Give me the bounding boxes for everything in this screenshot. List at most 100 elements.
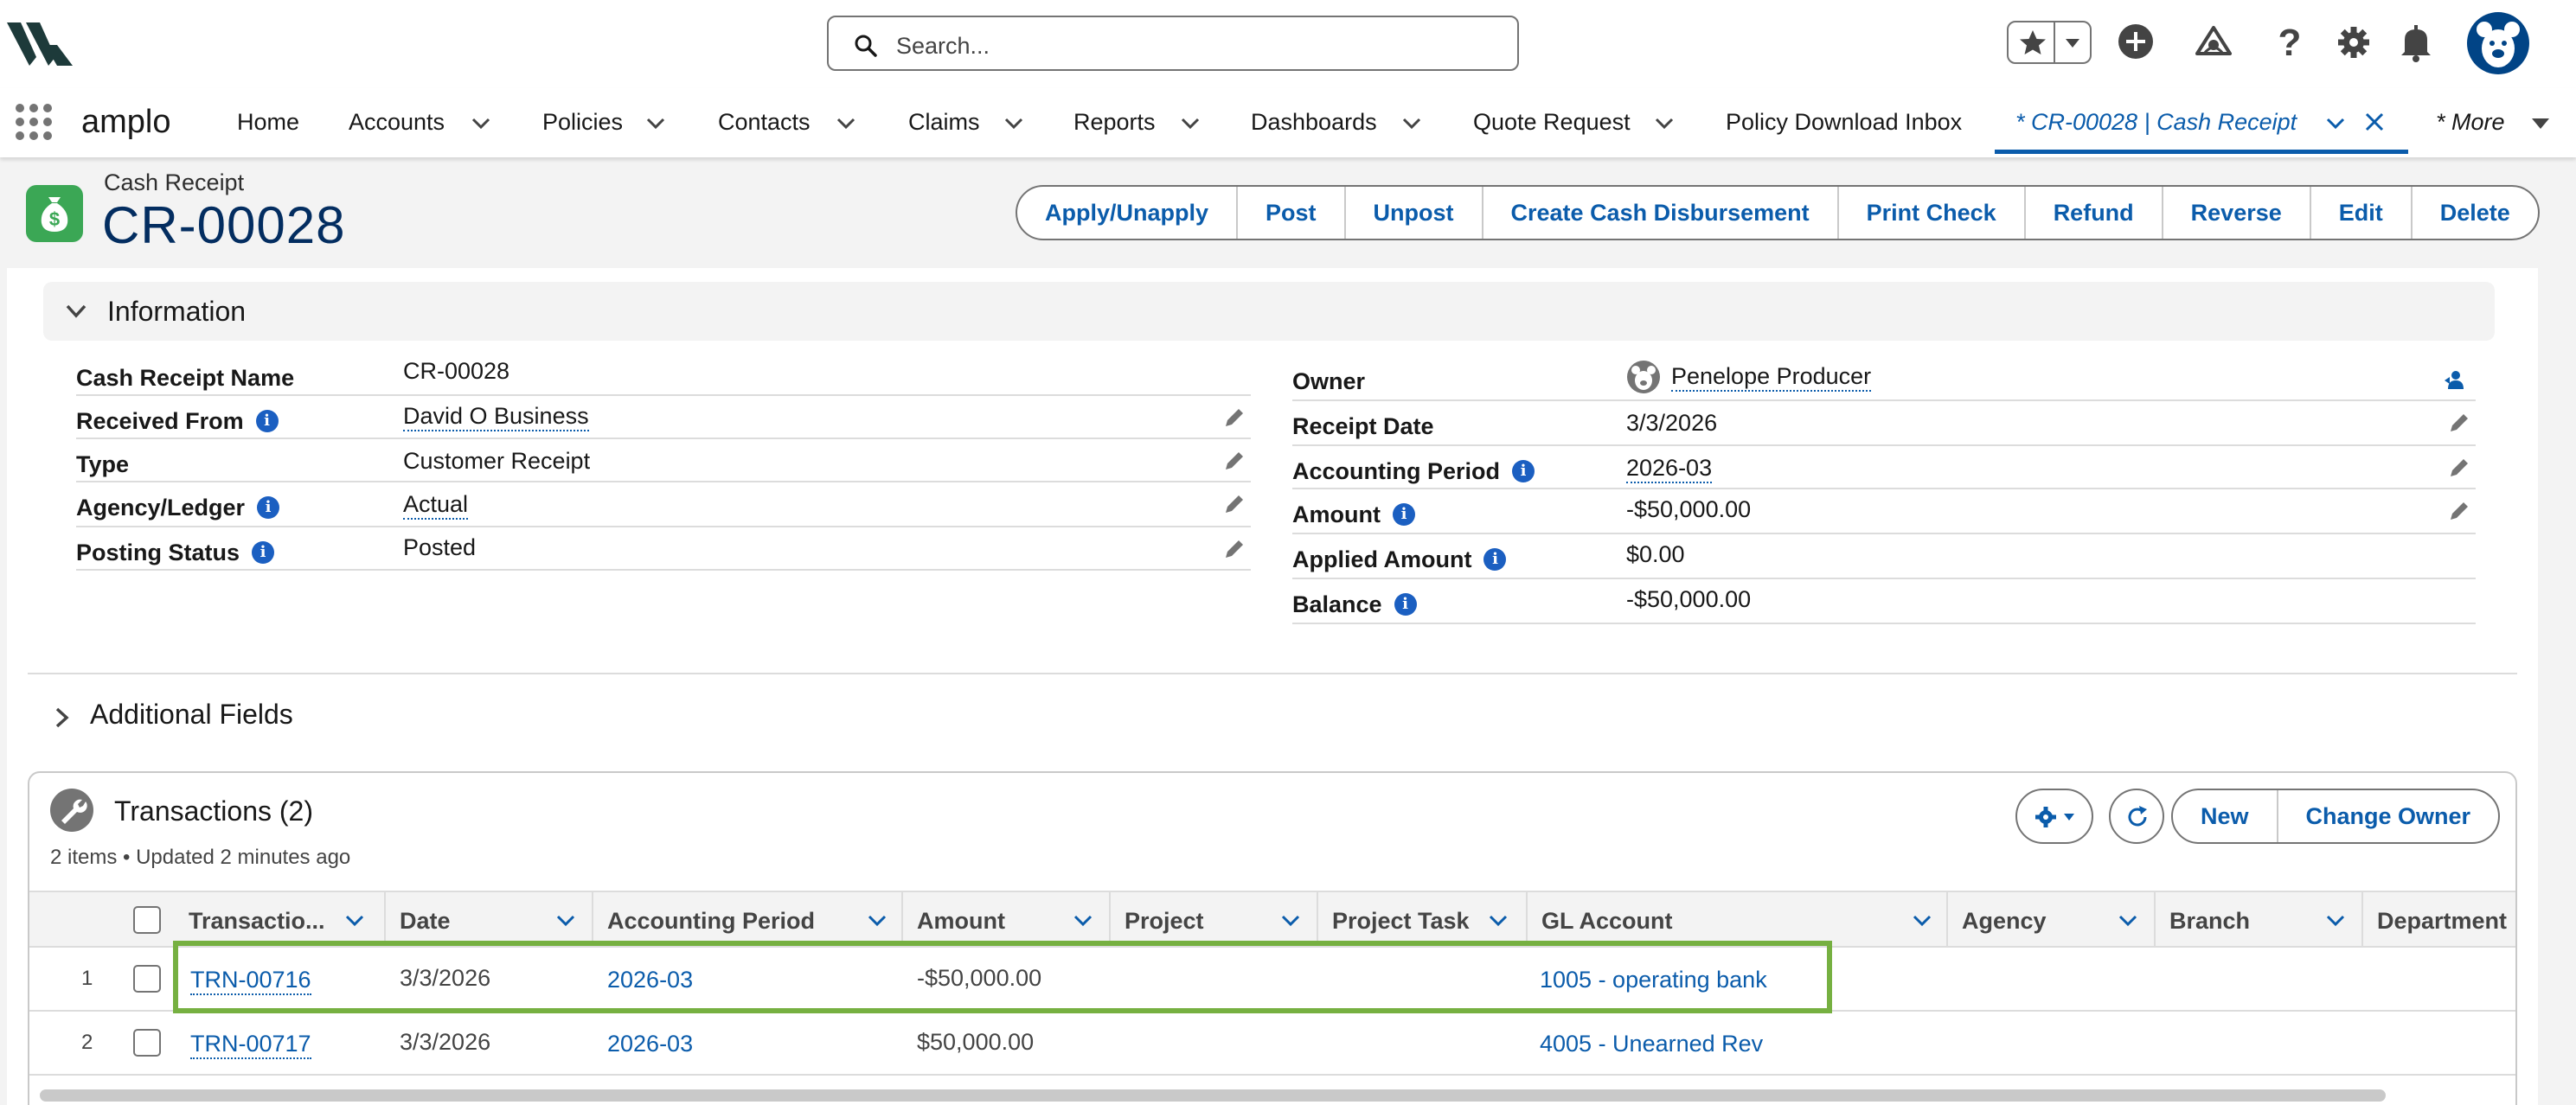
- notification-bell-icon[interactable]: [2394, 19, 2438, 67]
- chevron-down-icon[interactable]: [2325, 913, 2346, 929]
- change-owner-button[interactable]: Change Owner: [2276, 790, 2499, 842]
- help-icon[interactable]: ?: [2268, 19, 2311, 67]
- chevron-down-icon[interactable]: [836, 116, 856, 131]
- nav-item-reports[interactable]: Reports: [1073, 109, 1156, 136]
- create-cash-disbursement-button[interactable]: Create Cash Disbursement: [1481, 187, 1837, 239]
- column-header-amount[interactable]: Amount: [901, 892, 1109, 948]
- chevron-down-icon[interactable]: [1180, 116, 1201, 131]
- favorites-caret-icon[interactable]: [2062, 35, 2083, 52]
- transaction-id-link[interactable]: TRN-00717: [190, 1031, 311, 1059]
- info-icon[interactable]: i: [1392, 502, 1415, 526]
- chevron-down-icon[interactable]: [471, 116, 491, 131]
- column-header-accounting-period[interactable]: Accounting Period: [592, 892, 901, 948]
- apply-unapply-button[interactable]: Apply/Unapply: [1017, 187, 1236, 239]
- nav-item-dashboards[interactable]: Dashboards: [1251, 109, 1377, 136]
- column-label: Agency: [1962, 908, 2047, 934]
- info-icon[interactable]: i: [257, 495, 280, 519]
- edit-pencil-icon[interactable]: [1223, 406, 1246, 429]
- chevron-down-icon[interactable]: [1003, 116, 1024, 131]
- column-header-date[interactable]: Date: [384, 892, 592, 948]
- column-header-agency[interactable]: Agency: [1946, 892, 2154, 948]
- app-launcher-waffle-icon[interactable]: [14, 102, 54, 142]
- more-caret-icon[interactable]: [2529, 116, 2552, 131]
- trailhead-icon[interactable]: [2192, 19, 2235, 67]
- tab-cr-00028-cash-receipt[interactable]: * CR-00028 | Cash Receipt: [1995, 88, 2408, 154]
- refund-button[interactable]: Refund: [2023, 187, 2162, 239]
- setup-gear-icon[interactable]: [2332, 19, 2375, 67]
- chevron-down-icon[interactable]: [1488, 913, 1509, 929]
- nav-item-claims[interactable]: Claims: [908, 109, 980, 136]
- new-button[interactable]: New: [2173, 790, 2277, 842]
- chevron-down-icon[interactable]: [344, 913, 365, 929]
- information-section-header[interactable]: Information: [43, 282, 2495, 341]
- agency-ledger-link[interactable]: Actual: [403, 491, 469, 520]
- column-header-project[interactable]: Project: [1109, 892, 1317, 948]
- nav-item-quote-request[interactable]: Quote Request: [1473, 109, 1631, 136]
- amplo-logo[interactable]: [7, 19, 74, 67]
- row-accounting-period-link[interactable]: 2026-03: [607, 1031, 693, 1057]
- cash-receipt-record-icon: $: [26, 185, 83, 242]
- horizontal-scrollbar[interactable]: [40, 1089, 2386, 1102]
- nav-more[interactable]: * More: [2436, 109, 2505, 136]
- close-tab-icon[interactable]: [2363, 111, 2386, 133]
- chevron-down-icon[interactable]: [1654, 116, 1675, 131]
- global-add-icon[interactable]: [2114, 19, 2157, 67]
- chevron-down-icon[interactable]: [1073, 913, 1093, 929]
- select-all-checkbox[interactable]: [133, 906, 161, 934]
- reverse-button[interactable]: Reverse: [2161, 187, 2310, 239]
- info-icon[interactable]: i: [255, 409, 279, 432]
- field-owner: Owner Penelope Producer: [1292, 356, 2476, 401]
- nav-item-home[interactable]: Home: [237, 109, 299, 136]
- chevron-down-icon[interactable]: [1280, 913, 1301, 929]
- info-icon[interactable]: i: [1512, 459, 1535, 482]
- edit-pencil-icon[interactable]: [1223, 450, 1246, 472]
- accounting-period-link[interactable]: 2026-03: [1626, 455, 1713, 483]
- column-header-branch[interactable]: Branch: [2154, 892, 2361, 948]
- refresh-button[interactable]: [2109, 789, 2164, 844]
- info-icon[interactable]: i: [252, 540, 275, 564]
- chevron-down-icon[interactable]: [867, 913, 888, 929]
- chevron-down-icon[interactable]: [2325, 116, 2346, 131]
- favorites-button[interactable]: [2007, 21, 2092, 64]
- row-gl-account-link[interactable]: 4005 - Unearned Rev: [1540, 1031, 1763, 1057]
- favorites-star-icon: [2020, 30, 2046, 54]
- list-settings-button[interactable]: [2015, 789, 2093, 844]
- nav-item-accounts[interactable]: Accounts: [349, 109, 445, 136]
- edit-pencil-icon[interactable]: [1223, 493, 1246, 515]
- edit-pencil-icon[interactable]: [2448, 500, 2470, 522]
- edit-pencil-icon[interactable]: [2448, 412, 2470, 434]
- field-agency-ledger: Agency/Ledger i Actual: [76, 482, 1251, 527]
- row-checkbox[interactable]: [133, 965, 161, 993]
- edit-pencil-icon[interactable]: [2448, 457, 2470, 479]
- unpost-button[interactable]: Unpost: [1343, 187, 1482, 239]
- post-button[interactable]: Post: [1236, 187, 1344, 239]
- chevron-down-icon[interactable]: [1401, 116, 1422, 131]
- chevron-down-icon[interactable]: [645, 116, 666, 131]
- field-value: $0.00: [1626, 541, 1685, 567]
- print-check-button[interactable]: Print Check: [1836, 187, 2024, 239]
- info-icon[interactable]: i: [1483, 547, 1507, 571]
- svg-text:?: ?: [2278, 22, 2302, 64]
- column-header-transaction[interactable]: Transactio...: [175, 892, 384, 948]
- row-checkbox[interactable]: [133, 1029, 161, 1057]
- nav-item-contacts[interactable]: Contacts: [718, 109, 811, 136]
- column-header-gl-account[interactable]: GL Account: [1526, 892, 1946, 948]
- user-avatar[interactable]: [2467, 12, 2529, 74]
- field-applied-amount: Applied Amount i $0.00: [1292, 534, 2476, 579]
- edit-button[interactable]: Edit: [2309, 187, 2411, 239]
- global-search-input[interactable]: Search...: [827, 16, 1519, 71]
- nav-item-policy-download-inbox[interactable]: Policy Download Inbox: [1726, 109, 1962, 136]
- change-owner-icon[interactable]: [2443, 368, 2465, 391]
- column-header-project-task[interactable]: Project Task: [1317, 892, 1526, 948]
- delete-button[interactable]: Delete: [2410, 187, 2538, 239]
- chevron-down-icon[interactable]: [555, 913, 576, 929]
- edit-pencil-icon[interactable]: [1223, 538, 1246, 560]
- column-header-department[interactable]: Department: [2361, 892, 2515, 948]
- chevron-down-icon[interactable]: [2118, 913, 2138, 929]
- nav-item-policies[interactable]: Policies: [542, 109, 623, 136]
- info-icon[interactable]: i: [1394, 592, 1417, 616]
- owner-link[interactable]: Penelope Producer: [1671, 363, 1872, 392]
- received-from-link[interactable]: David O Business: [403, 403, 589, 431]
- row-number: 1: [81, 967, 93, 990]
- chevron-down-icon[interactable]: [1912, 913, 1932, 929]
